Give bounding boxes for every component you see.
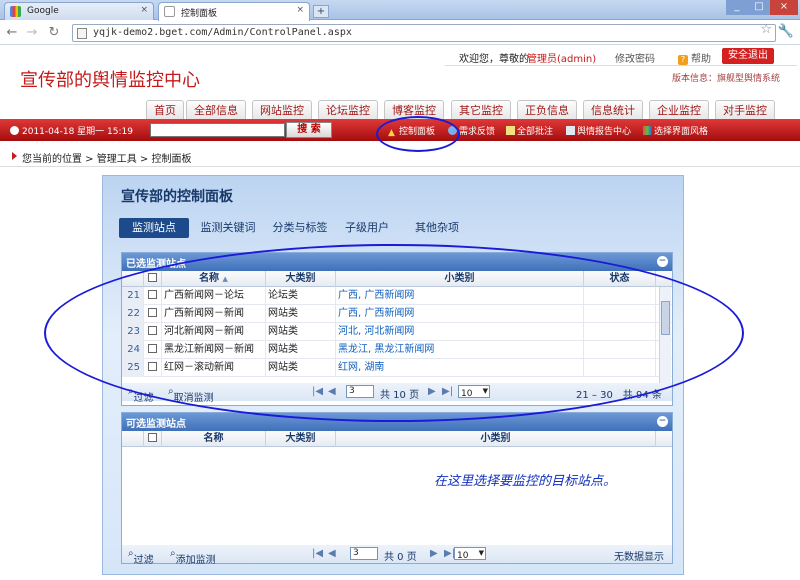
- nav-website-monitor[interactable]: 网站监控: [252, 100, 312, 120]
- minimize-button[interactable]: _: [726, 0, 748, 15]
- add-monitor-link[interactable]: ⌕ 添加监测: [170, 548, 216, 566]
- search-button[interactable]: 搜 索: [286, 122, 332, 138]
- version-info: 版本信息：旗舰型舆情系统: [672, 74, 781, 84]
- page-size-select[interactable]: 10 ▼: [454, 547, 486, 561]
- annotation-text: 在这里选择要监控的目标站点。: [434, 474, 617, 489]
- annotation-ellipse-large: [44, 244, 744, 422]
- nav-home[interactable]: 首页: [146, 100, 184, 120]
- reload-icon[interactable]: ↻: [46, 25, 62, 41]
- nav-all-info[interactable]: 全部信息: [186, 100, 246, 120]
- new-tab-button[interactable]: +: [313, 5, 329, 18]
- report-center-link[interactable]: 舆情报告中心: [566, 124, 631, 137]
- close-tab-icon[interactable]: ×: [140, 5, 148, 15]
- browser-toolbar: ← → ↻ yqjk-demo2.bget.com/Admin/ControlP…: [0, 21, 800, 45]
- clock-icon: [10, 126, 19, 135]
- nav-forum-monitor[interactable]: 论坛监控: [318, 100, 378, 120]
- tab-title: 控制面板: [181, 9, 218, 19]
- annotation-ellipse-small: [376, 116, 460, 152]
- filter-link[interactable]: ⌕ 过滤: [128, 548, 154, 566]
- tab-keywords[interactable]: 监测关键词: [193, 218, 263, 238]
- tab-sub-users[interactable]: 子级用户: [339, 218, 395, 238]
- rownum-header: [122, 431, 144, 447]
- google-icon: [10, 6, 21, 17]
- note-icon: [506, 126, 515, 135]
- browser-tab-controlpanel[interactable]: 控制面板 ×: [158, 2, 310, 21]
- nav-enterprise-monitor[interactable]: 企业监控: [649, 100, 709, 120]
- date-display: 2011-04-18 星期一 15:19: [10, 124, 133, 137]
- browser-tabstrip: Google × 控制面板 × + _ □ ×: [0, 0, 800, 21]
- report-icon: [566, 126, 575, 135]
- collapse-icon[interactable]: −: [657, 256, 668, 267]
- nav-competitor-monitor[interactable]: 对手监控: [715, 100, 775, 120]
- address-bar[interactable]: yqjk-demo2.bget.com/Admin/ControlPanel.a…: [72, 24, 776, 42]
- tab-title: Google: [27, 6, 59, 16]
- grid-body-empty: [122, 447, 672, 545]
- nav-other-monitor[interactable]: 其它监控: [451, 100, 511, 120]
- chevron-down-icon: ▼: [478, 549, 484, 557]
- nav-pos-neg-info[interactable]: 正负信息: [517, 100, 577, 120]
- close-tab-icon[interactable]: ×: [296, 5, 304, 15]
- col-subcategory[interactable]: 小类别: [336, 431, 656, 447]
- breadcrumb-arrow-icon: [12, 152, 17, 160]
- site-title: 宣传部的舆情监控中心: [20, 70, 200, 91]
- col-category[interactable]: 大类别: [266, 431, 336, 447]
- maximize-button[interactable]: □: [748, 0, 770, 15]
- search-input[interactable]: [150, 123, 285, 137]
- logout-button[interactable]: 安全退出: [722, 48, 774, 64]
- browser-tab-google[interactable]: Google ×: [4, 2, 154, 20]
- help-link[interactable]: ? 帮助: [678, 50, 711, 65]
- col-name[interactable]: 名称: [162, 431, 266, 447]
- close-window-button[interactable]: ×: [770, 0, 798, 15]
- all-annotations-link[interactable]: 全部批注: [506, 124, 553, 137]
- forward-icon[interactable]: →: [24, 25, 40, 41]
- tab-categories-tags[interactable]: 分类与标签: [267, 218, 333, 238]
- next-page-icon[interactable]: ▶: [430, 548, 438, 559]
- palette-icon: [643, 126, 652, 135]
- page-icon: [77, 28, 87, 39]
- grid-header: 名称 大类别 小类别: [122, 431, 672, 447]
- change-password-link[interactable]: 修改密码: [615, 50, 655, 65]
- available-grid-pager: ⌕ 过滤 ⌕ 添加监测 |◀ ◀ 3 共 0 页 ▶ ▶| 10 ▼ 无数据显示: [122, 545, 672, 566]
- select-style-link[interactable]: 选择界面风格: [643, 124, 708, 137]
- panel-title: 宣传部的控制面板: [121, 189, 233, 205]
- prev-page-icon[interactable]: ◀: [328, 548, 336, 559]
- collapse-icon[interactable]: −: [657, 416, 668, 427]
- url-text: yqjk-demo2.bget.com/Admin/ControlPanel.a…: [93, 27, 352, 38]
- page-icon: [164, 6, 175, 17]
- tab-monitored-sites[interactable]: 监测站点: [119, 218, 189, 238]
- back-icon[interactable]: ←: [4, 25, 20, 41]
- page-total: 共 0 页: [384, 552, 417, 563]
- welcome-text: 欢迎您，尊敬的: [459, 54, 529, 65]
- breadcrumb-text: 您当前的位置 > 管理工具 > 控制面板: [22, 154, 192, 165]
- user-link[interactable]: 管理员(admin): [527, 50, 596, 65]
- help-icon: ?: [678, 55, 688, 65]
- select-all-checkbox[interactable]: [144, 431, 162, 447]
- tab-misc[interactable]: 其他杂项: [409, 218, 465, 238]
- nav-statistics[interactable]: 信息统计: [583, 100, 643, 120]
- empty-text: 无数据显示: [614, 552, 664, 563]
- wrench-icon[interactable]: 🔧: [778, 24, 794, 39]
- page-number-input[interactable]: 3: [350, 547, 378, 560]
- bookmark-star-icon[interactable]: ☆: [760, 22, 772, 37]
- first-page-icon[interactable]: |◀: [312, 548, 323, 559]
